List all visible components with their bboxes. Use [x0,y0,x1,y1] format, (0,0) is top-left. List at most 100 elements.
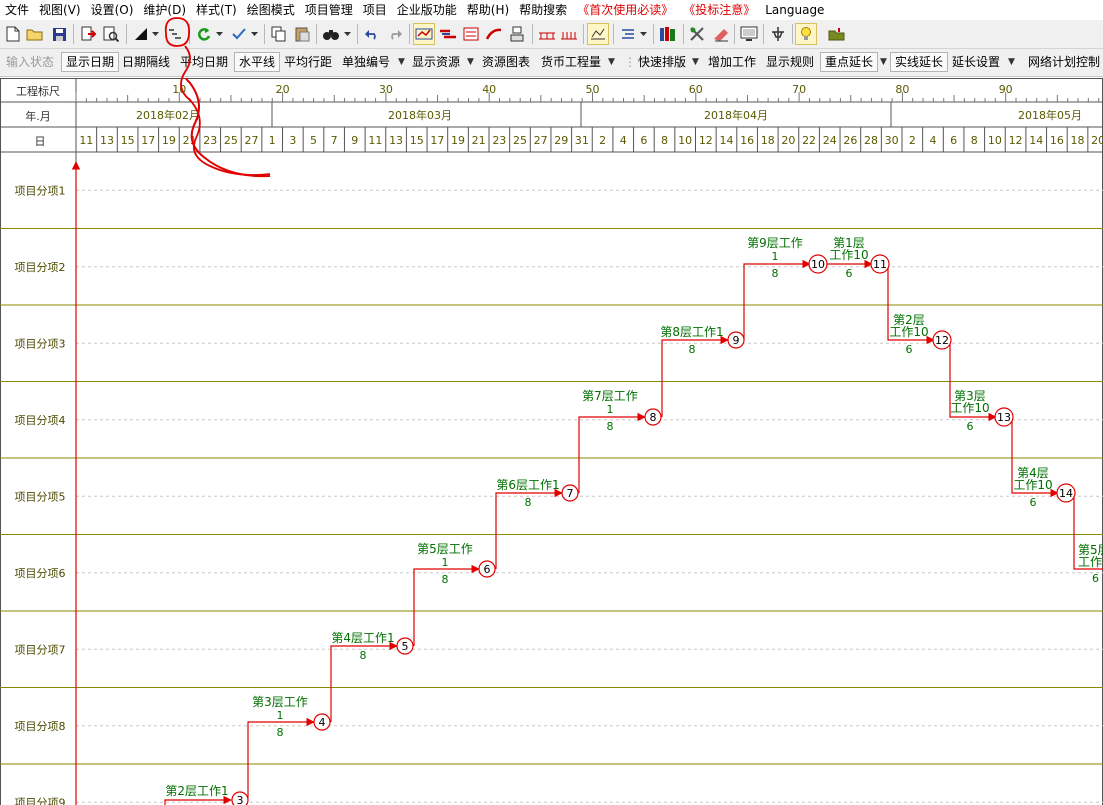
row-label[interactable]: 项目分项8 [15,720,66,733]
node[interactable]: 7 [561,484,579,502]
paste-icon[interactable] [291,23,313,45]
node[interactable]: 10 [808,254,828,274]
node[interactable]: 13 [994,407,1014,427]
dropdown-arrow-icon[interactable] [213,23,225,45]
dropdown-arrow-icon[interactable] [637,23,649,45]
screen-icon[interactable] [738,23,760,45]
pin-icon[interactable] [767,23,789,45]
menu-settings[interactable]: 设置(O) [86,0,139,20]
solid-extend-button[interactable]: 实线延长 [890,52,949,72]
bulb-icon[interactable] [795,23,817,45]
check-icon[interactable] [228,23,250,45]
outline-levels-icon[interactable] [164,23,186,45]
curve-icon[interactable] [483,23,505,45]
eraser-icon[interactable] [710,23,732,45]
show-rules-button[interactable]: 显示规则 [764,52,816,72]
node[interactable]: 4 [313,713,331,731]
menu-view[interactable]: 视图(V) [34,0,86,20]
node[interactable]: 3 [231,791,249,805]
row-label[interactable]: 项目分项5 [15,490,66,503]
extend-settings-button[interactable]: 延长设置 [950,52,1002,72]
network-view-icon[interactable] [413,23,435,45]
books-icon[interactable] [657,23,679,45]
refresh-icon[interactable] [193,23,215,45]
menu-draw-mode[interactable]: 绘图模式 [242,0,300,20]
work-name: 第4层工作1 [331,631,394,645]
open-folder-icon[interactable] [24,23,46,45]
node[interactable]: 9 [727,331,745,349]
save-icon[interactable] [48,23,70,45]
chart-line-icon[interactable] [587,23,609,45]
node[interactable]: 5 [396,637,414,655]
input-state-button[interactable]: 输入状态 [4,52,56,72]
node[interactable]: 11 [870,254,890,274]
copy-icon[interactable] [268,23,290,45]
menu-maintain[interactable]: 维护(D) [138,0,191,20]
row-label[interactable]: 项目分项4 [15,414,66,427]
menu-language[interactable]: Language [760,0,829,20]
redo-icon[interactable] [384,23,406,45]
resource-chart-button[interactable]: 资源图表 [480,52,532,72]
menu-file[interactable]: 文件 [0,0,34,20]
calendar-alt-icon[interactable] [558,23,580,45]
chevron-down-icon[interactable]: ▼ [465,52,476,72]
ruler-tick-label: 40 [482,83,496,96]
node[interactable]: 6 [478,560,496,578]
bar-chart-icon[interactable] [437,23,459,45]
date-spacing-button[interactable]: 日期隔线 [120,52,172,72]
node[interactable]: 8 [644,408,662,426]
add-work-button[interactable]: 增加工作 [706,52,758,72]
timescale-network-svg[interactable]: 工程标尺 年.月 日 1020304050607080901 2018年02月 … [0,78,1103,805]
node[interactable]: 12 [932,330,952,350]
dropdown-arrow-icon[interactable] [149,23,161,45]
dropdown-arrow-icon[interactable] [248,23,260,45]
menu-enterprise[interactable]: 企业版功能 [392,0,462,20]
menu-project[interactable]: 项目 [358,0,392,20]
show-date-button[interactable]: 显示日期 [61,52,120,72]
work-duration: 8 [689,343,696,356]
chevron-down-icon[interactable]: ▼ [1006,52,1017,72]
chevron-down-icon[interactable]: ▼ [690,52,701,72]
row-label[interactable]: 项目分项2 [15,261,66,274]
export-icon[interactable] [77,23,99,45]
print-preview-icon[interactable] [100,23,122,45]
horizontal-line-button[interactable]: 水平线 [234,52,281,72]
menu-first-use[interactable]: 《首次使用必读》 [572,0,678,20]
row-label[interactable]: 项目分项6 [15,567,66,580]
align-icon[interactable] [617,23,639,45]
chevron-down-icon[interactable]: ▼ [396,52,407,72]
list-view-icon[interactable] [460,23,482,45]
chevron-down-icon[interactable]: ▼ [606,52,617,72]
tools-icon[interactable] [687,23,709,45]
resource-icon[interactable] [506,23,528,45]
row-label[interactable]: 项目分项9 [15,796,66,805]
key-extend-button[interactable]: 重点延长 [820,52,879,72]
folder-open-icon[interactable] [826,23,848,45]
money-quantity-button[interactable]: 货币工程量 [539,52,603,72]
day-label: 7 [331,134,338,147]
row-label[interactable]: 项目分项1 [15,184,66,197]
menu-bid-notice[interactable]: 《投标注意》 [678,0,760,20]
new-file-icon[interactable] [2,23,24,45]
day-label: 15 [121,134,135,147]
menu-project-manage[interactable]: 项目管理 [300,0,358,20]
network-control-button[interactable]: 网络计划控制 [1026,52,1102,72]
row-label[interactable]: 项目分项7 [15,643,66,656]
show-resource-button[interactable]: 显示资源 [410,52,462,72]
menu-help[interactable]: 帮助(H) [462,0,514,20]
dropdown-arrow-icon[interactable] [341,23,353,45]
row-label[interactable]: 项目分项3 [15,337,66,350]
menu-help-search[interactable]: 帮助搜索 [514,0,572,20]
calendar-icon[interactable] [536,23,558,45]
day-label: 17 [141,134,155,147]
avg-row-spacing-button[interactable]: 平均行距 [282,52,334,72]
menu-style[interactable]: 样式(T) [191,0,242,20]
undo-icon[interactable] [361,23,383,45]
network-chart[interactable]: 工程标尺 年.月 日 1020304050607080901 2018年02月 … [0,78,1103,805]
avg-date-button[interactable]: 平均日期 [178,52,230,72]
quick-layout-button[interactable]: 快速排版 [636,52,688,72]
chevron-down-icon[interactable]: ▼ [878,52,889,72]
find-icon[interactable] [320,23,342,45]
single-number-button[interactable]: 单独编号 [340,52,392,72]
node[interactable]: 14 [1056,483,1076,503]
